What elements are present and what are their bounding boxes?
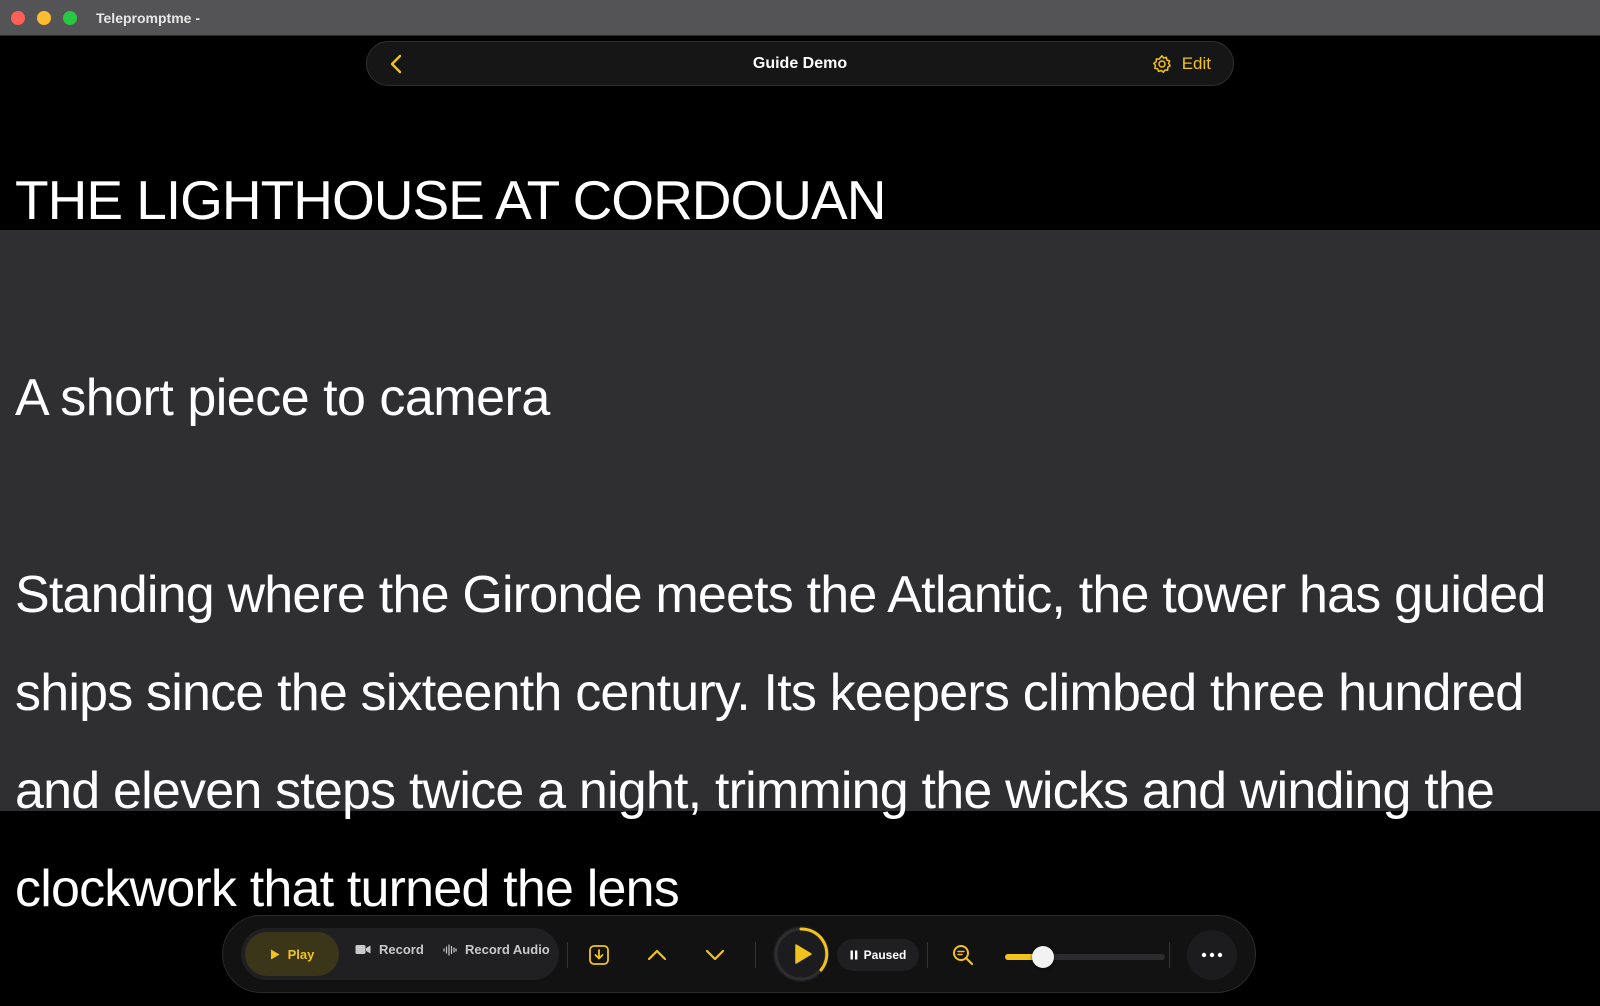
edit-button[interactable]: Edit — [1152, 52, 1211, 76]
playback-toolbar: Play Record Record Audio Paused — [222, 915, 1256, 993]
edit-label: Edit — [1181, 54, 1211, 73]
playback-status-label: Paused — [863, 948, 907, 962]
playback-status-badge: Paused — [837, 939, 919, 971]
record-mode-button[interactable]: Record — [355, 942, 424, 957]
window-title: Telepromptme - — [96, 10, 200, 26]
video-camera-icon — [355, 945, 371, 954]
more-horizontal-icon — [1201, 952, 1223, 958]
play-mode-button[interactable]: Play — [245, 932, 339, 976]
waveform-icon — [443, 943, 457, 956]
more-options-button[interactable] — [1187, 930, 1237, 980]
speed-slider-knob[interactable] — [1032, 946, 1055, 968]
close-window-button[interactable] — [11, 11, 25, 25]
document-title: Guide Demo — [752, 55, 848, 72]
gear-icon — [1152, 55, 1171, 74]
record-audio-mode-label: Record Audio — [465, 942, 550, 957]
play-mode-label: Play — [287, 946, 315, 962]
speed-slider[interactable] — [1005, 946, 1165, 968]
record-mode-label: Record — [379, 942, 424, 957]
toolbar-divider — [567, 942, 568, 968]
scroll-down-button[interactable] — [701, 941, 729, 969]
zoom-out-button[interactable] — [949, 941, 977, 969]
toolbar-divider — [755, 942, 756, 968]
jump-to-end-button[interactable] — [585, 941, 613, 969]
script-line: Standing where the Gironde meets the Atl… — [15, 566, 1546, 624]
scroll-up-button[interactable] — [643, 941, 671, 969]
script-line: clockwork that turned the lens — [15, 860, 680, 918]
toolbar-divider — [1169, 942, 1170, 968]
play-icon — [795, 944, 812, 964]
script-line: ships since the sixteenth century. Its k… — [15, 664, 1524, 722]
pause-icon — [850, 950, 858, 960]
play-icon — [270, 949, 280, 959]
script-heading: THE LIGHTHOUSE AT CORDOUAN — [15, 169, 886, 231]
window-title-bar: Telepromptme - — [0, 0, 1600, 36]
reading-focus-band — [0, 230, 1600, 811]
toolbar-divider — [927, 942, 928, 968]
play-button[interactable] — [773, 926, 829, 982]
zoom-out-icon — [953, 945, 974, 966]
minimize-window-button[interactable] — [37, 11, 51, 25]
script-line: and eleven steps twice a night, trimming… — [15, 762, 1495, 820]
chevron-up-icon — [647, 949, 667, 961]
chevron-down-icon — [705, 949, 725, 961]
mode-selector: Play Record Record Audio — [241, 928, 559, 980]
record-audio-mode-button[interactable]: Record Audio — [443, 942, 550, 957]
script-subheading: A short piece to camera — [15, 369, 550, 427]
top-navigation-bar: Guide Demo Edit — [366, 41, 1234, 86]
maximize-window-button[interactable] — [63, 11, 77, 25]
download-arrow-icon — [589, 945, 609, 965]
